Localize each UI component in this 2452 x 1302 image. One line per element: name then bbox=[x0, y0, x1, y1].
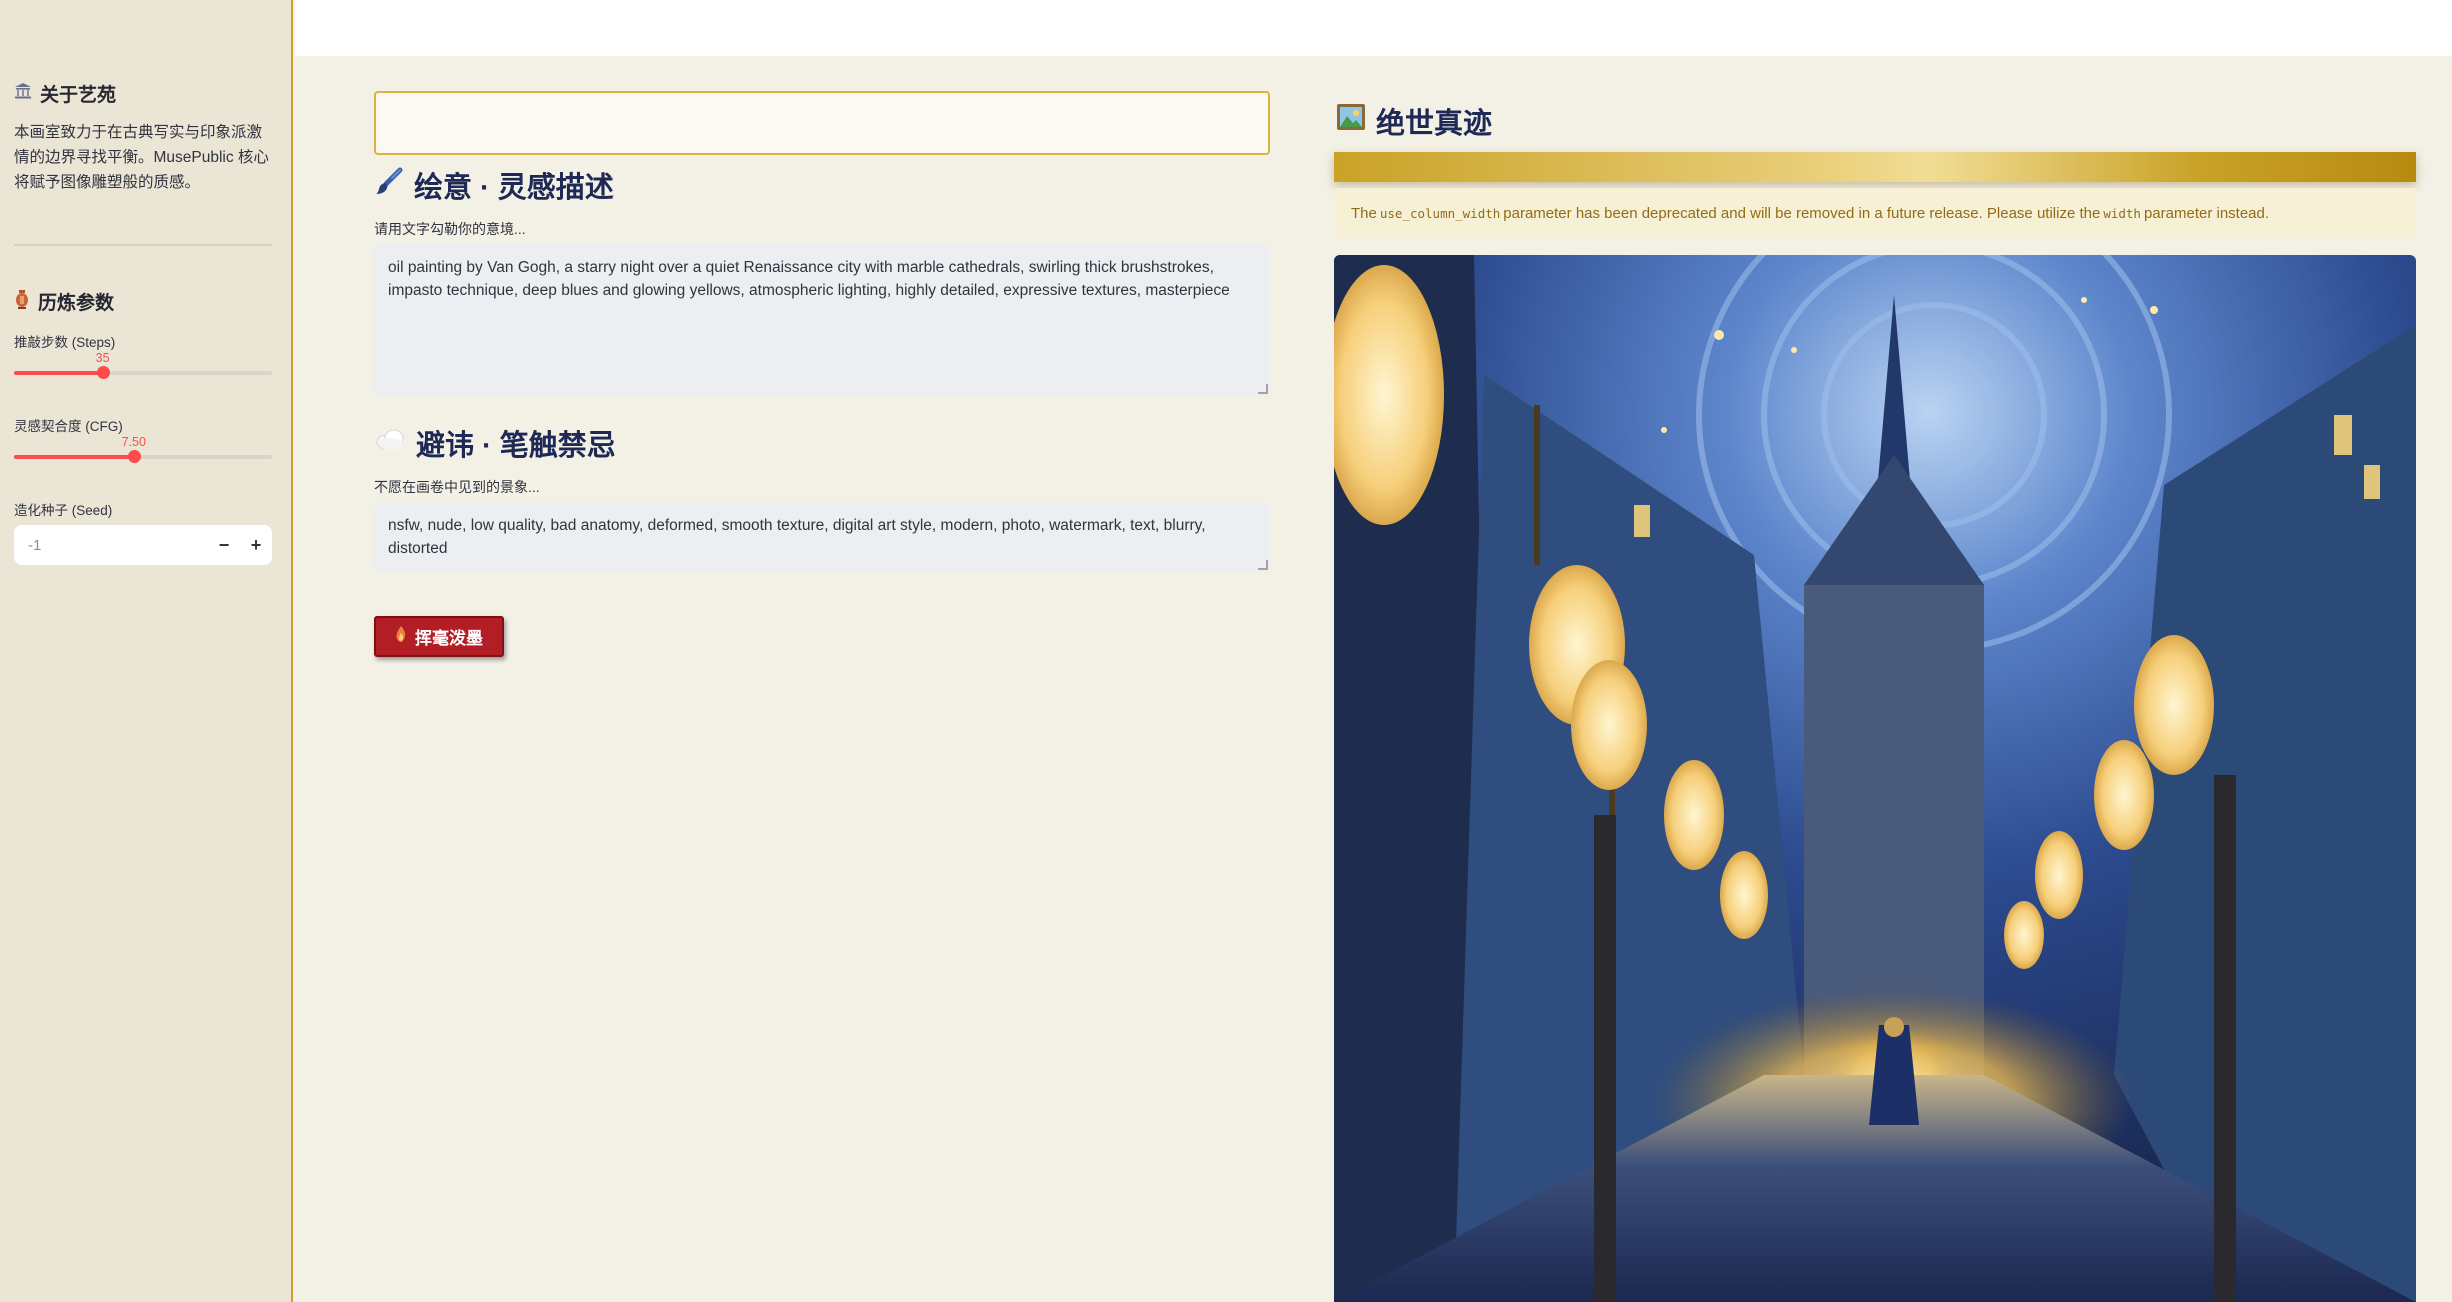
classical-building-icon bbox=[14, 82, 32, 106]
warning-code-use-column-width: use_column_width bbox=[1379, 205, 1501, 221]
params-title-text: 历炼参数 bbox=[38, 293, 115, 314]
negative-heading-text: 避讳 · 笔触禁忌 bbox=[416, 430, 616, 462]
result-heading: 绝世真迹 bbox=[1336, 100, 1492, 142]
cfg-slider[interactable]: 7.50 bbox=[14, 435, 272, 465]
seed-decrement-button[interactable]: − bbox=[208, 525, 240, 565]
about-title-text: 关于艺苑 bbox=[40, 85, 117, 106]
cfg-slider-value: 7.50 bbox=[121, 435, 146, 449]
seed-input[interactable]: -1 − + bbox=[14, 525, 272, 565]
cfg-slider-thumb[interactable] bbox=[127, 450, 141, 463]
cloud-icon bbox=[374, 425, 406, 461]
params-title: 历炼参数 bbox=[14, 288, 114, 315]
negative-label: 不愿在画卷中见到的景象... bbox=[374, 479, 540, 495]
negative-textarea-value[interactable]: nsfw, nude, low quality, bad anatomy, de… bbox=[388, 517, 1206, 557]
cfg-slider-fill bbox=[14, 455, 134, 459]
about-description: 本画室致力于在古典写实与印象派激情的边界寻找平衡。MusePublic 核心将赋… bbox=[14, 124, 269, 191]
warning-middle: parameter has been deprecated and will b… bbox=[1503, 204, 2101, 222]
sidebar: 关于艺苑 本画室致力于在古典写实与印象派激情的边界寻找平衡。MusePublic… bbox=[0, 0, 293, 1302]
result-heading-text: 绝世真迹 bbox=[1376, 108, 1493, 140]
warning-suffix: parameter instead. bbox=[2143, 204, 2270, 222]
cfg-label: 灵感契合度 (CFG) bbox=[14, 419, 123, 434]
negative-textarea[interactable]: nsfw, nude, low quality, bad anatomy, de… bbox=[374, 502, 1270, 572]
prompt-heading-text: 绘意 · 灵感描述 bbox=[414, 172, 614, 204]
prompt-textarea[interactable]: oil painting by Van Gogh, a starry night… bbox=[374, 244, 1270, 396]
steps-slider-fill bbox=[14, 371, 103, 375]
deprecation-warning: The use_column_width parameter has been … bbox=[1334, 188, 2416, 238]
generate-button-label: 挥毫泼墨 bbox=[415, 629, 483, 648]
gold-divider-bar bbox=[1334, 152, 2416, 182]
steps-slider-thumb[interactable] bbox=[96, 366, 110, 379]
sidebar-divider bbox=[14, 244, 272, 246]
steps-slider-value: 35 bbox=[95, 351, 110, 365]
warning-prefix: The bbox=[1351, 204, 1377, 222]
steps-label: 推敲步数 (Steps) bbox=[14, 335, 116, 350]
seed-input-value[interactable]: -1 bbox=[14, 537, 208, 554]
amphora-icon bbox=[14, 289, 30, 315]
generate-button[interactable]: 挥毫泼墨 bbox=[374, 616, 504, 657]
resize-grip-icon[interactable] bbox=[1258, 384, 1268, 394]
generated-painting bbox=[1334, 255, 2416, 1302]
seed-increment-button[interactable]: + bbox=[240, 525, 272, 565]
prompt-heading: 绘意 · 灵感描述 bbox=[374, 164, 614, 206]
top-header-bar bbox=[295, 0, 2452, 56]
title-input[interactable] bbox=[374, 91, 1270, 155]
warning-code-width: width bbox=[2103, 205, 2141, 221]
prompt-label: 请用文字勾勒你的意境... bbox=[374, 221, 526, 237]
about-title: 关于艺苑 bbox=[14, 80, 116, 107]
resize-grip-icon[interactable] bbox=[1258, 560, 1268, 570]
negative-heading: 避讳 · 笔触禁忌 bbox=[374, 422, 616, 464]
prompt-textarea-value[interactable]: oil painting by Van Gogh, a starry night… bbox=[388, 259, 1230, 299]
steps-slider[interactable]: 35 bbox=[14, 351, 272, 381]
seed-label: 造化种子 (Seed) bbox=[14, 503, 113, 518]
app-root: 关于艺苑 本画室致力于在古典写实与印象派激情的边界寻找平衡。MusePublic… bbox=[0, 0, 2452, 1302]
flame-icon bbox=[395, 626, 407, 647]
paintbrush-icon bbox=[374, 166, 404, 204]
framed-picture-icon bbox=[1336, 103, 1366, 139]
